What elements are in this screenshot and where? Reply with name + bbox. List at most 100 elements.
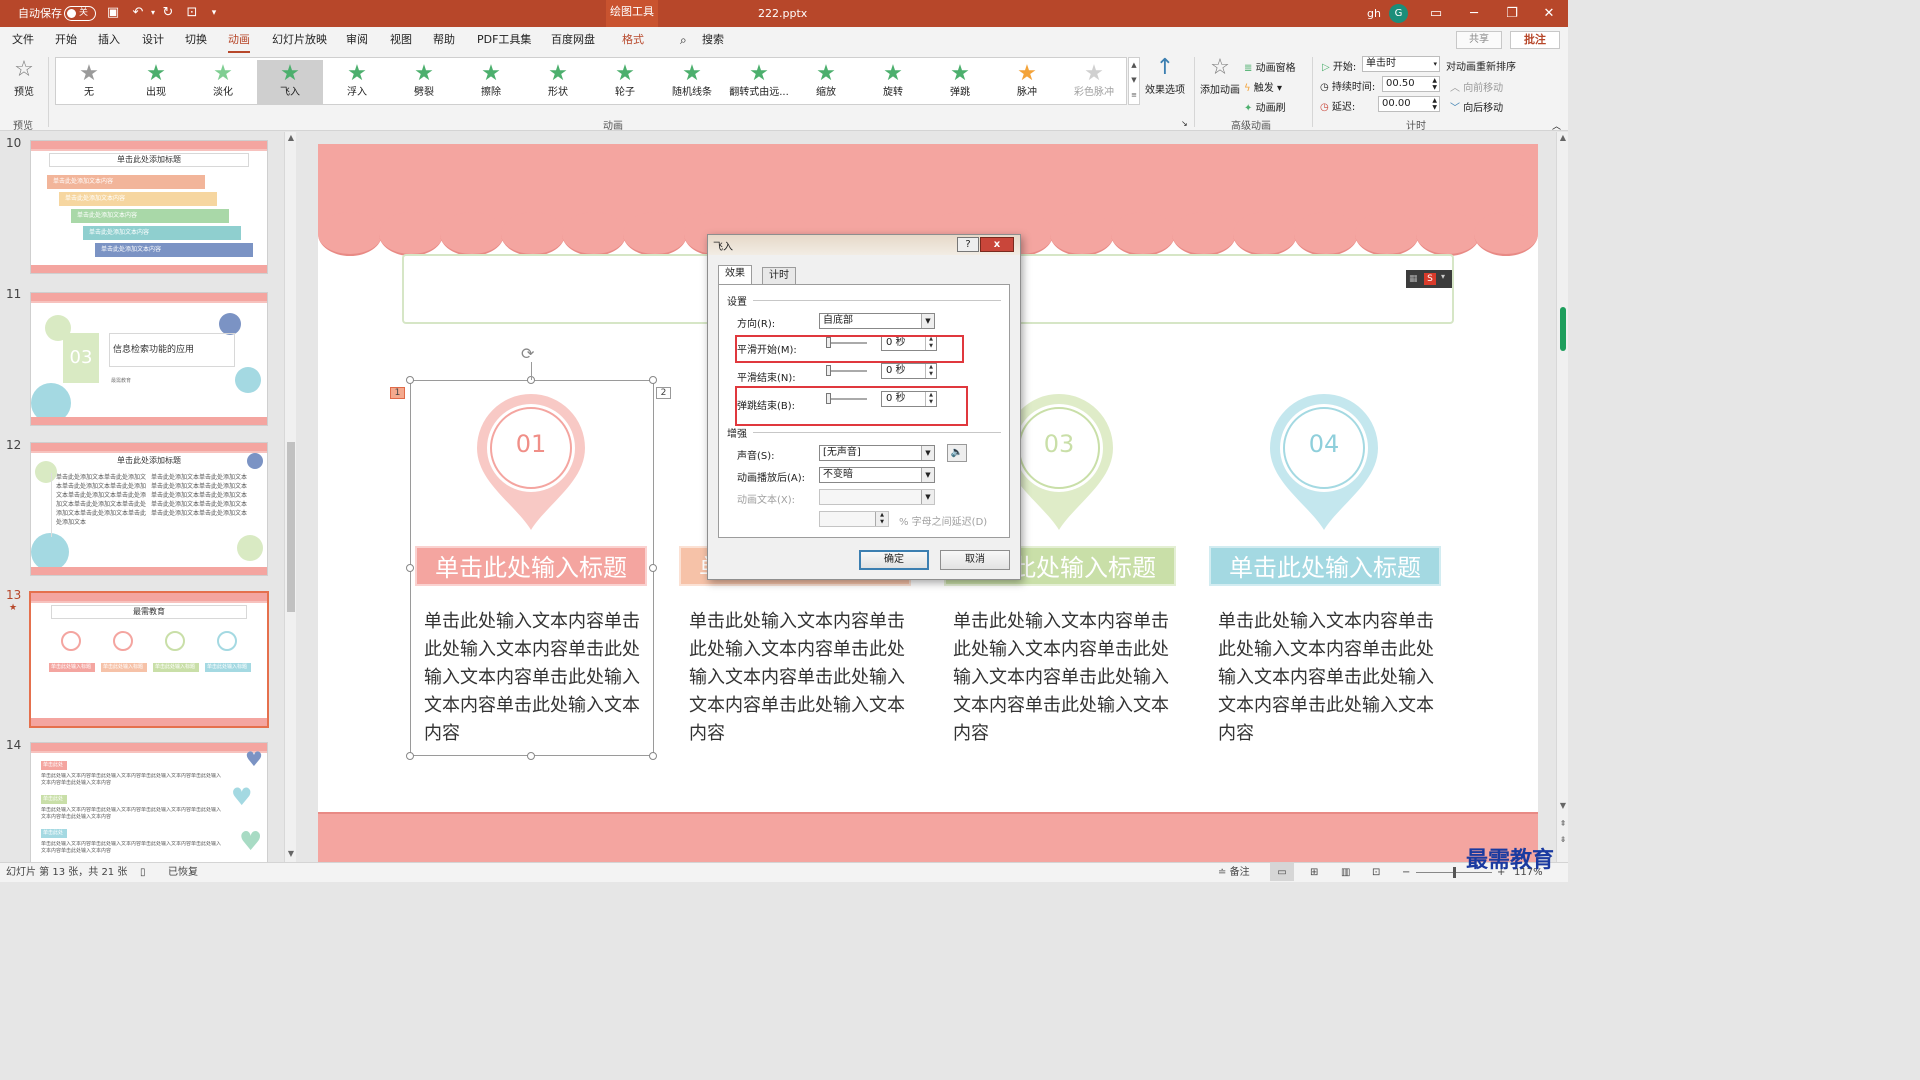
collapse-ribbon-icon[interactable]: ︿ bbox=[1552, 119, 1561, 132]
direction-select[interactable]: 自底部 ▼ bbox=[819, 313, 935, 329]
spin-icon[interactable]: ▲ ▼ bbox=[1432, 77, 1437, 91]
spin-icon[interactable]: ▲ ▼ bbox=[1432, 97, 1437, 111]
cancel-button[interactable]: 取消 bbox=[940, 550, 1010, 570]
anim-shape[interactable]: ★ 形状 bbox=[525, 60, 591, 104]
smooth-end-input[interactable]: 0 秒 ▲ ▼ bbox=[881, 363, 937, 379]
add-animation-button[interactable]: ☆ 添加动画 bbox=[1198, 55, 1242, 96]
dialog-launcher-icon[interactable]: ↘ bbox=[1181, 119, 1188, 128]
customize-qat-icon[interactable]: ▾ bbox=[206, 5, 222, 21]
smooth-end-slider[interactable] bbox=[829, 370, 867, 372]
resize-handle[interactable] bbox=[406, 564, 414, 572]
slider-knob[interactable] bbox=[826, 365, 831, 376]
restore-icon[interactable]: ❐ bbox=[1493, 0, 1531, 27]
save-icon[interactable]: ▣ bbox=[105, 5, 121, 21]
rotate-handle-icon[interactable]: ⟳ bbox=[521, 344, 534, 363]
resize-handle[interactable] bbox=[527, 752, 535, 760]
tab-format[interactable]: 格式 bbox=[622, 27, 644, 53]
anim-swivel[interactable]: ★ 旋转 bbox=[860, 60, 926, 104]
slideshow-icon[interactable]: ⊡ bbox=[1372, 863, 1380, 882]
speaker-icon[interactable]: 🔈 bbox=[947, 444, 967, 462]
anim-zoom[interactable]: ★ 缩放 bbox=[793, 60, 859, 104]
animation-painter-button[interactable]: ✦ 动画刷 bbox=[1244, 99, 1286, 114]
preview-button[interactable]: ☆ 预览 bbox=[6, 57, 42, 98]
anim-pulse[interactable]: ★ 脉冲 bbox=[994, 60, 1060, 104]
tab-help[interactable]: 帮助 bbox=[433, 27, 455, 53]
previous-slide-icon[interactable]: ⇞ bbox=[1557, 818, 1569, 830]
dialog-titlebar[interactable]: 飞入 ? x bbox=[708, 235, 1020, 255]
duration-input[interactable]: 00.50 ▲ ▼ bbox=[1382, 76, 1440, 92]
tab-review[interactable]: 审阅 bbox=[346, 27, 368, 53]
anim-wipe[interactable]: ★ 擦除 bbox=[458, 60, 524, 104]
slide-scrollbar[interactable]: ▲ ▼ ⇞ ⇟ bbox=[1556, 132, 1568, 862]
tab-timing[interactable]: 计时 bbox=[762, 267, 796, 285]
after-animation-select[interactable]: 不变暗 ▼ bbox=[819, 467, 935, 483]
present-icon[interactable]: ⊡ bbox=[184, 5, 200, 21]
trigger-button[interactable]: ϟ 触发 ▾ bbox=[1244, 79, 1282, 94]
grid-icon[interactable]: ▦ bbox=[1409, 273, 1421, 285]
anim-wheel[interactable]: ★ 轮子 bbox=[592, 60, 658, 104]
gallery-down-icon[interactable]: ▼ bbox=[1131, 76, 1136, 84]
animation-order-tag[interactable]: 1 bbox=[390, 387, 405, 399]
ribbon-display-icon[interactable]: ▭ bbox=[1417, 0, 1455, 27]
resize-handle[interactable] bbox=[406, 752, 414, 760]
anim-random-bars[interactable]: ★ 随机线条 bbox=[659, 60, 725, 104]
tab-file[interactable]: 文件 bbox=[12, 27, 34, 53]
scroll-thumb[interactable] bbox=[1560, 307, 1566, 351]
column-body[interactable]: 单击此处输入文本内容单击此处输入文本内容单击此处输入文本内容单击此处输入文本内容… bbox=[953, 608, 1177, 748]
anim-appear[interactable]: ★ 出现 bbox=[123, 60, 189, 104]
animate-text-select[interactable]: ▼ bbox=[819, 489, 935, 505]
gallery-more-icon[interactable]: ≡ bbox=[1131, 91, 1137, 99]
tab-view[interactable]: 视图 bbox=[390, 27, 412, 53]
anim-fade[interactable]: ★ 淡化 bbox=[190, 60, 256, 104]
zoom-knob[interactable] bbox=[1453, 867, 1456, 878]
tab-transitions[interactable]: 切换 bbox=[185, 27, 207, 53]
normal-view-icon[interactable]: ▭ bbox=[1270, 863, 1294, 881]
anim-grow-turn[interactable]: ★ 翻转式由远... bbox=[726, 60, 792, 104]
anim-bounce[interactable]: ★ 弹跳 bbox=[927, 60, 993, 104]
scroll-up-icon[interactable]: ▲ bbox=[1557, 132, 1569, 144]
ok-button[interactable]: 确定 bbox=[859, 550, 929, 570]
zoom-out-icon[interactable]: − bbox=[1402, 863, 1410, 882]
column-heading[interactable]: 单击此处输入标题 bbox=[1209, 546, 1441, 586]
start-select[interactable]: 单击时 ▾ bbox=[1362, 56, 1440, 72]
search-box[interactable]: 搜索 bbox=[702, 27, 724, 53]
autosave-toggle[interactable]: 关 bbox=[64, 6, 96, 21]
anim-color-pulse[interactable]: ★ 彩色脉冲 bbox=[1061, 60, 1127, 104]
animation-pane-button[interactable]: ≣ 动画窗格 bbox=[1244, 59, 1296, 74]
slide-thumbnail-12[interactable]: 单击此处添加标题 单击此处添加文本单击此处添加文本单击此处添加文本单击此处添加文… bbox=[30, 442, 268, 576]
anim-fly-in[interactable]: ★ 飞入 bbox=[257, 60, 323, 104]
column-body[interactable]: 单击此处输入文本内容单击此处输入文本内容单击此处输入文本内容单击此处输入文本内容… bbox=[1218, 608, 1442, 748]
letter-delay-input[interactable]: ▲ ▼ bbox=[819, 511, 889, 527]
tab-effect[interactable]: 效果 bbox=[718, 265, 752, 285]
effect-options-button[interactable]: ↑ 效果选项 bbox=[1143, 55, 1187, 96]
anim-float-in[interactable]: ★ 浮入 bbox=[324, 60, 390, 104]
animation-order-tag[interactable]: 2 bbox=[656, 387, 671, 399]
slide-thumbnail-10[interactable]: 单击此处添加标题 单击此处添加文本内容 单击此处添加文本内容 单击此处添加文本内… bbox=[30, 140, 268, 274]
resize-handle[interactable] bbox=[649, 564, 657, 572]
next-slide-icon[interactable]: ⇟ bbox=[1557, 834, 1569, 846]
chevron-down-icon[interactable]: ▾ bbox=[1441, 272, 1445, 281]
search-icon[interactable]: ⌕ bbox=[680, 27, 687, 53]
column-body[interactable]: 单击此处输入文本内容单击此处输入文本内容单击此处输入文本内容单击此处输入文本内容… bbox=[689, 608, 913, 748]
slide-thumbnail-14[interactable]: 单击此处 单击此处输入文本内容单击此处输入文本内容单击此处输入文本内容单击此处输… bbox=[30, 742, 268, 864]
tab-animations[interactable]: 动画 bbox=[228, 27, 250, 53]
sound-select[interactable]: [无声音] ▼ bbox=[819, 445, 935, 461]
resize-handle[interactable] bbox=[649, 752, 657, 760]
slide-sorter-icon[interactable]: ⊞ bbox=[1310, 863, 1318, 882]
minimize-icon[interactable]: ─ bbox=[1455, 0, 1493, 27]
move-earlier-button[interactable]: ︿ 向前移动 bbox=[1450, 79, 1503, 94]
delay-input[interactable]: 00.00 ▲ ▼ bbox=[1378, 96, 1440, 112]
tab-insert[interactable]: 插入 bbox=[98, 27, 120, 53]
tab-pdf-tools[interactable]: PDF工具集 bbox=[477, 27, 531, 53]
scroll-down-icon[interactable]: ▼ bbox=[1557, 800, 1569, 812]
comment-button[interactable]: 批注 bbox=[1510, 31, 1560, 49]
tab-design[interactable]: 设计 bbox=[142, 27, 164, 53]
selection-frame[interactable] bbox=[410, 380, 654, 756]
share-button[interactable]: 共享 bbox=[1456, 31, 1502, 49]
tab-slideshow[interactable]: 幻灯片放映 bbox=[272, 27, 327, 53]
floating-toolbar[interactable]: ▦ S ▾ bbox=[1406, 270, 1452, 288]
anim-none[interactable]: ★ 无 bbox=[56, 60, 122, 104]
spin-icon[interactable]: ▲ ▼ bbox=[925, 364, 936, 378]
redo-icon[interactable]: ↻ bbox=[160, 5, 176, 21]
resize-handle[interactable] bbox=[649, 376, 657, 384]
